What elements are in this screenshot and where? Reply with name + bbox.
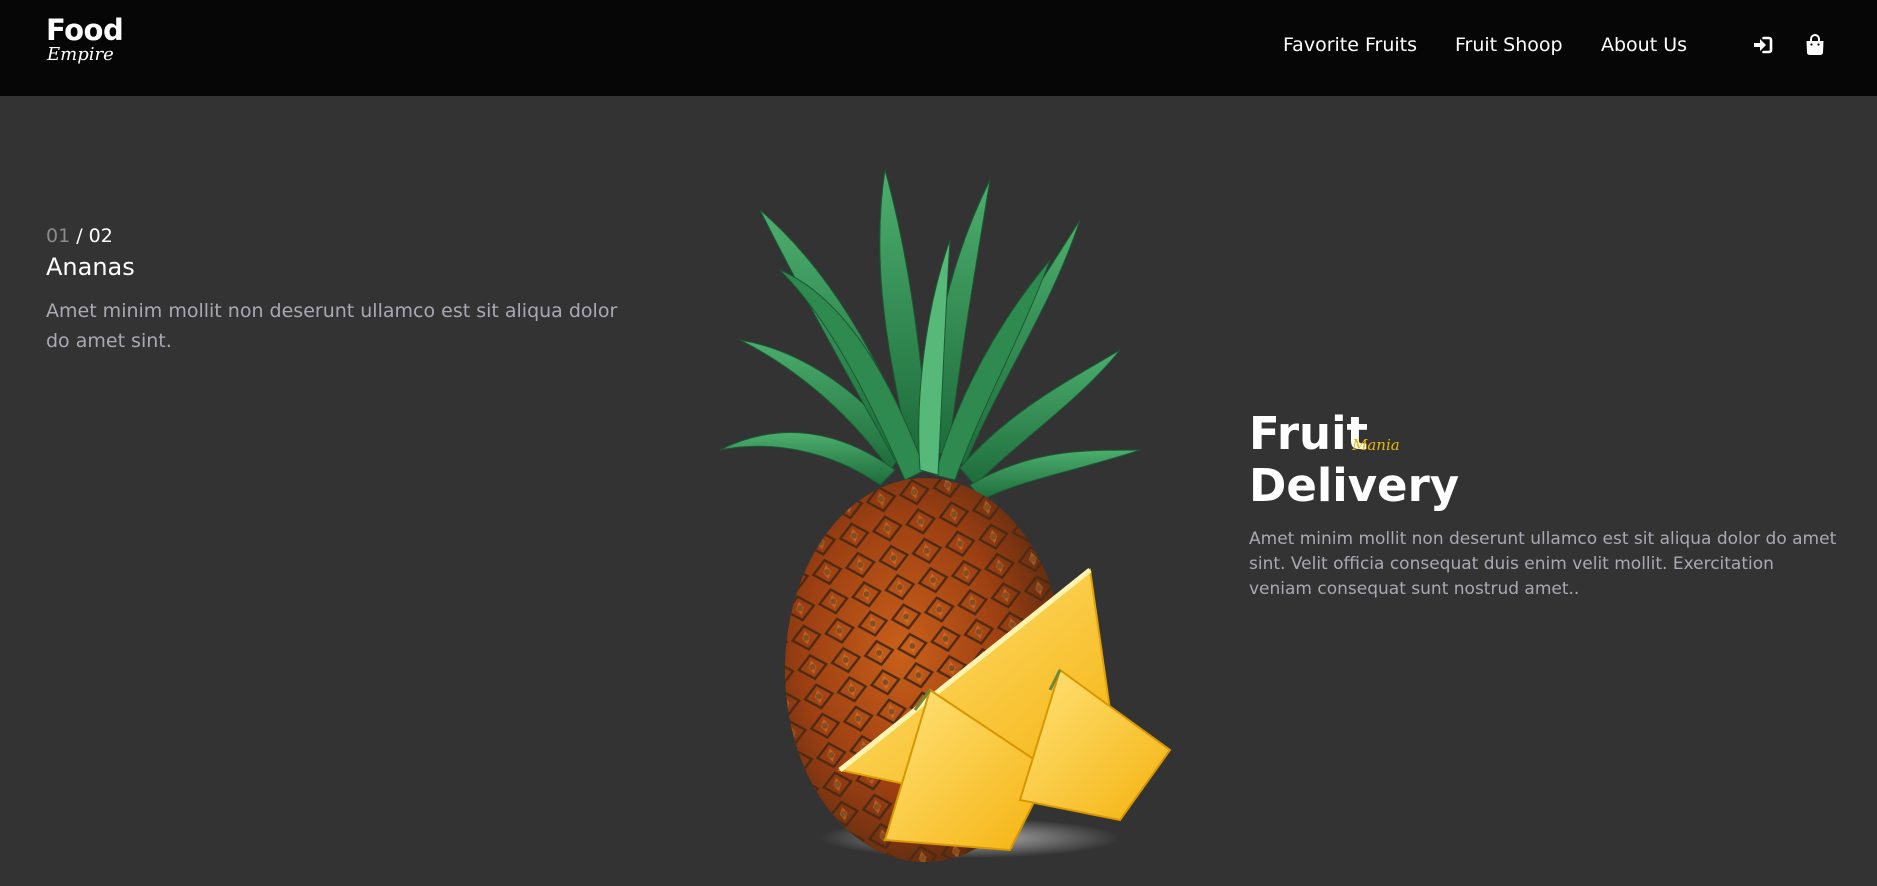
nav-favorite-fruits[interactable]: Favorite Fruits bbox=[1283, 34, 1417, 56]
slide-total: 02 bbox=[88, 225, 113, 247]
slide-current: 01 bbox=[46, 225, 71, 247]
slide-counter: 01 / 02 bbox=[46, 225, 113, 247]
logo-script-text: Empire bbox=[47, 44, 114, 65]
brand-logo[interactable]: Food Empire bbox=[46, 13, 124, 65]
top-header: Food Empire Favorite Fruits Fruit Shoop … bbox=[0, 0, 1877, 96]
slide-separator: / bbox=[70, 225, 89, 247]
pineapple-image bbox=[719, 150, 1180, 870]
product-description: Amet minim mollit non deserunt ullamco e… bbox=[46, 300, 618, 352]
hero-title: Fruit Delivery bbox=[1249, 408, 1459, 512]
sign-in-icon[interactable] bbox=[1751, 34, 1773, 61]
mania-badge: Mania bbox=[1352, 436, 1400, 454]
nav-fruit-shoop[interactable]: Fruit Shoop bbox=[1455, 34, 1563, 56]
product-title: Ananas bbox=[46, 253, 135, 281]
logo-main-text: Food bbox=[46, 13, 124, 47]
shopping-bag-icon[interactable] bbox=[1805, 33, 1825, 61]
nav-about-us[interactable]: About Us bbox=[1601, 34, 1687, 56]
hero-description: Amet minim mollit non deserunt ullamco e… bbox=[1249, 529, 1837, 599]
hero-title-line2: Delivery bbox=[1249, 459, 1460, 512]
